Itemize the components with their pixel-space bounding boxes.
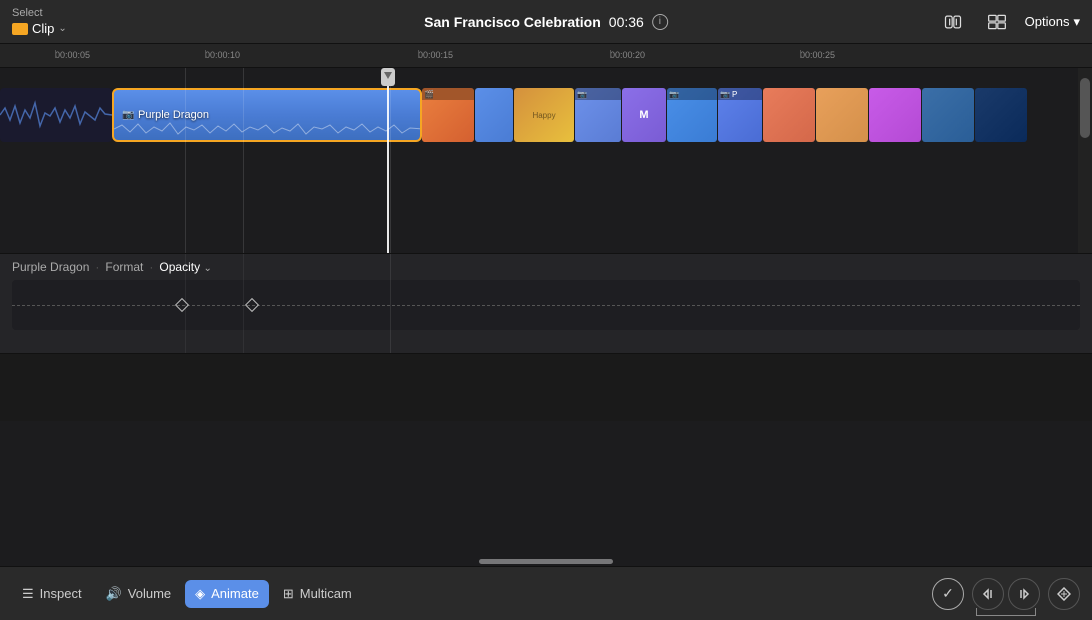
guide-line-2 — [243, 68, 244, 254]
bracket-right — [1035, 608, 1036, 616]
opacity-chevron-icon: ⌄ — [203, 263, 211, 274]
playhead[interactable] — [387, 68, 389, 254]
ruler-mark-5s: 00:00:05 — [55, 50, 90, 60]
keyframe-panel: Purple Dragon · Format · Opacity ⌄ — [0, 254, 1092, 354]
camera-icon: 📷 — [122, 110, 134, 121]
keyframe-format[interactable]: Format — [105, 260, 143, 274]
ruler-mark-15s: 00:00:15 — [418, 50, 453, 60]
guide-line-1 — [185, 68, 186, 254]
inspect-label: Inspect — [40, 586, 82, 601]
clip-thumb-11[interactable] — [922, 88, 974, 142]
timeline-scrollbar[interactable] — [1078, 68, 1092, 254]
clip-icon — [12, 23, 28, 35]
keyframe-sep-1: · — [95, 260, 99, 274]
waveform-left — [0, 88, 112, 142]
lower-area — [0, 421, 1092, 566]
clip-thumb-9[interactable] — [816, 88, 868, 142]
clip-thumb-6[interactable]: 📷 — [667, 88, 717, 142]
next-keyframe-button[interactable] — [1008, 578, 1040, 610]
add-keyframe-icon — [1057, 587, 1071, 601]
clip-thumb-12[interactable] — [975, 88, 1027, 142]
volume-icon: 🔊 — [106, 586, 122, 602]
purple-dragon-clip[interactable]: 📷 Purple Dragon — [112, 88, 422, 142]
ruler-mark-20s: 00:00:20 — [610, 50, 645, 60]
keyframe-clip-name: Purple Dragon — [12, 260, 89, 274]
bracket-decoration — [976, 615, 1036, 616]
animate-tab-button[interactable]: ◈ Animate — [185, 580, 269, 608]
options-button[interactable]: Options ▾ — [1025, 14, 1080, 30]
left-audio-track — [0, 88, 112, 142]
keyframe-nav-group — [972, 578, 1040, 610]
bottom-right-buttons: ✓ — [932, 578, 1080, 610]
clip-waveform — [114, 122, 422, 136]
keyframe-opacity-label: Opacity — [159, 260, 200, 274]
clip-thumb-1[interactable]: 🎬 — [422, 88, 474, 142]
scrollbar-thumb[interactable] — [1080, 78, 1090, 138]
timeline-area: 00:00:05 00:00:10 00:00:15 00:00:20 00:0… — [0, 44, 1092, 254]
view-toggle-icon — [987, 12, 1007, 32]
multicam-label: Multicam — [300, 586, 352, 601]
multicam-icon: ⊞ — [283, 586, 294, 602]
guide-line-kf-2 — [243, 254, 244, 353]
guide-line-3 — [390, 68, 391, 254]
clip-appearance-button[interactable] — [937, 8, 969, 36]
clip-thumb-4[interactable]: 📷 — [575, 88, 621, 142]
select-label: Select — [12, 7, 67, 19]
volume-label: Volume — [128, 586, 171, 601]
keyframe-track — [12, 280, 1080, 330]
time-ruler: 00:00:05 00:00:10 00:00:15 00:00:20 00:0… — [0, 44, 1092, 68]
options-chevron-icon: ▾ — [1073, 14, 1080, 30]
top-toolbar: Select Clip ⌄ San Francisco Celebration … — [0, 0, 1092, 44]
playhead-icon — [383, 71, 393, 83]
clip-label: Clip — [32, 21, 54, 36]
ruler-marks: 00:00:05 00:00:10 00:00:15 00:00:20 00:0… — [0, 44, 1092, 67]
guide-line-kf-3 — [390, 254, 391, 353]
top-center: San Francisco Celebration 00:36 i — [424, 14, 668, 30]
track-container: 📷 Purple Dragon 🎬 — [0, 68, 1092, 254]
clip-selector[interactable]: Clip ⌄ — [12, 21, 67, 36]
clip-thumb-2[interactable] — [475, 88, 513, 142]
clip-thumb-10[interactable] — [869, 88, 921, 142]
prev-keyframe-icon — [981, 587, 995, 601]
clip-thumb-3[interactable]: Happy — [514, 88, 574, 142]
check-icon: ✓ — [942, 585, 954, 602]
info-icon[interactable]: i — [652, 14, 668, 30]
bracket-left — [976, 608, 977, 616]
apply-button[interactable]: ✓ — [932, 578, 964, 610]
inspect-icon: ☰ — [22, 586, 34, 602]
multicam-tab-button[interactable]: ⊞ Multicam — [273, 580, 362, 608]
keyframe-header: Purple Dragon · Format · Opacity ⌄ — [0, 254, 1092, 280]
next-keyframe-icon — [1017, 587, 1031, 601]
inspect-tab-button[interactable]: ☰ Inspect — [12, 580, 92, 608]
view-toggle-button[interactable] — [981, 8, 1013, 36]
project-title: San Francisco Celebration — [424, 14, 601, 30]
clip-appearance-icon — [943, 12, 963, 32]
guide-line-kf-1 — [185, 254, 186, 353]
playhead-head[interactable] — [381, 68, 395, 86]
clip-thumb-8[interactable] — [763, 88, 815, 142]
volume-tab-button[interactable]: 🔊 Volume — [96, 580, 182, 608]
home-indicator — [479, 559, 613, 564]
ruler-mark-10s: 00:00:10 — [205, 50, 240, 60]
keyframe-sep-2: · — [149, 260, 153, 274]
prev-keyframe-button[interactable] — [972, 578, 1004, 610]
keyframe-baseline — [12, 305, 1080, 306]
animate-label: Animate — [211, 586, 259, 601]
options-label: Options — [1025, 14, 1070, 29]
keyframe-diamond-1[interactable] — [175, 298, 189, 312]
timecode-display: 00:36 — [609, 14, 644, 30]
ruler-mark-25s: 00:00:25 — [800, 50, 835, 60]
add-keyframe-button[interactable] — [1048, 578, 1080, 610]
clip-thumb-7[interactable]: 📷P — [718, 88, 762, 142]
animate-icon: ◈ — [195, 586, 205, 602]
clips-row: 🎬 Happy 📷 — [422, 88, 1027, 142]
bottom-toolbar: ☰ Inspect 🔊 Volume ◈ Animate ⊞ Multicam … — [0, 566, 1092, 620]
select-clip-area: Select Clip ⌄ — [12, 7, 67, 36]
clip-thumb-5[interactable]: M — [622, 88, 666, 142]
top-right-buttons: Options ▾ — [937, 8, 1080, 36]
clip-chevron-icon: ⌄ — [58, 23, 66, 34]
bottom-tab-buttons: ☰ Inspect 🔊 Volume ◈ Animate ⊞ Multicam — [12, 580, 362, 608]
keyframe-diamond-2[interactable] — [245, 298, 259, 312]
